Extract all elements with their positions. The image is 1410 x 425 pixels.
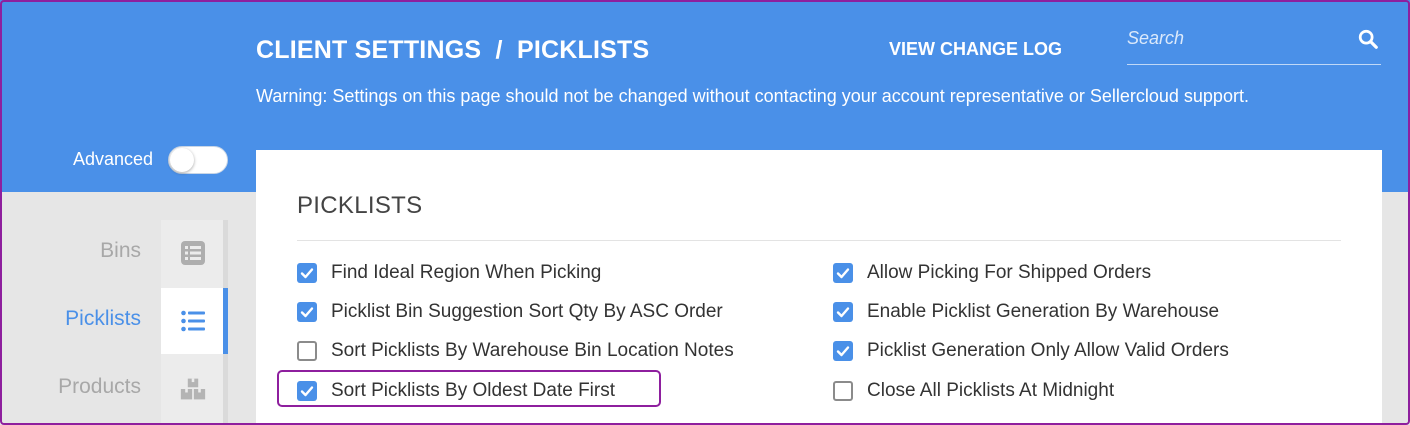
checkbox-checked[interactable]: [297, 263, 317, 283]
option-bin-suggestion-sort[interactable]: Picklist Bin Suggestion Sort Qty By ASC …: [297, 300, 797, 328]
sidebar-item-label: Picklists: [65, 307, 141, 330]
checkbox-unchecked[interactable]: [297, 341, 317, 361]
checkbox-unchecked[interactable]: [833, 381, 853, 401]
checkbox-checked[interactable]: [833, 341, 853, 361]
option-generation-by-warehouse[interactable]: Enable Picklist Generation By Warehouse: [833, 300, 1333, 328]
option-close-at-midnight[interactable]: Close All Picklists At Midnight: [833, 379, 1333, 407]
sidebar-item-label: Bins: [100, 239, 141, 262]
sidebar: Bins Picklists Products: [0, 220, 228, 425]
warning-text: Warning: Settings on this page should no…: [256, 86, 1249, 106]
option-allow-picking-shipped[interactable]: Allow Picking For Shipped Orders: [833, 261, 1333, 289]
option-valid-orders-only[interactable]: Picklist Generation Only Allow Valid Ord…: [833, 339, 1333, 367]
search-input[interactable]: [1127, 22, 1347, 54]
search-icon[interactable]: [1357, 28, 1379, 50]
option-sort-bin-location-notes[interactable]: Sort Picklists By Warehouse Bin Location…: [297, 339, 797, 367]
section-divider: [297, 240, 1341, 241]
sidebar-item-picklists[interactable]: Picklists: [0, 288, 228, 354]
check-icon: [836, 346, 850, 357]
highlight-box: [277, 370, 661, 407]
option-find-ideal-region[interactable]: Find Ideal Region When Picking: [297, 261, 797, 289]
view-change-log-link[interactable]: VIEW CHANGE LOG: [889, 39, 1062, 60]
sidebar-icon-box: [161, 220, 223, 286]
check-icon: [300, 268, 314, 279]
check-icon: [836, 307, 850, 318]
active-indicator: [223, 288, 228, 354]
bulleted-list-icon: [181, 310, 205, 332]
check-icon: [836, 268, 850, 279]
checkbox-checked[interactable]: [297, 302, 317, 322]
search-box: [1127, 22, 1381, 65]
sidebar-icon-box: [161, 288, 223, 354]
sidebar-item-label: Products: [58, 375, 141, 398]
checkbox-checked[interactable]: [833, 302, 853, 322]
toggle-knob: [170, 148, 194, 172]
option-label: Allow Picking For Shipped Orders: [867, 262, 1152, 283]
sidebar-item-bins[interactable]: Bins: [0, 220, 228, 286]
advanced-label: Advanced: [73, 149, 154, 169]
checkbox-checked[interactable]: [833, 263, 853, 283]
sidebar-item-products[interactable]: Products: [0, 356, 228, 422]
sidebar-icon-box: [161, 356, 223, 422]
option-label: Find Ideal Region When Picking: [331, 262, 602, 283]
option-label: Sort Picklists By Warehouse Bin Location…: [331, 340, 734, 361]
option-label: Enable Picklist Generation By Warehouse: [867, 301, 1220, 322]
section-title: PICKLISTS: [297, 192, 423, 219]
check-icon: [300, 307, 314, 318]
list-box-icon: [181, 241, 205, 265]
page-title: CLIENT SETTINGS / PICKLISTS: [256, 36, 650, 64]
option-label: Close All Picklists At Midnight: [867, 380, 1115, 401]
boxes-icon: [180, 378, 206, 400]
option-label: Picklist Generation Only Allow Valid Ord…: [867, 340, 1229, 361]
option-label: Picklist Bin Suggestion Sort Qty By ASC …: [331, 301, 723, 322]
advanced-toggle[interactable]: [168, 146, 228, 174]
